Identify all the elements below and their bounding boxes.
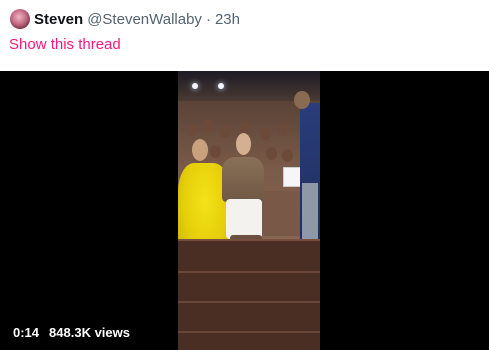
thumbnail-light: [218, 83, 224, 89]
video-view-count: 848.3K views: [49, 325, 130, 340]
thumbnail-man-pants: [226, 199, 262, 239]
audience-head: [278, 123, 289, 136]
stage-step: [178, 331, 320, 333]
tweet-timestamp[interactable]: 23h: [215, 11, 240, 28]
thumbnail-light: [192, 83, 198, 89]
video-thumbnail[interactable]: [178, 71, 320, 350]
thumbnail-woman-head: [192, 139, 208, 161]
audience-head: [210, 145, 221, 158]
audience-head: [220, 125, 231, 138]
author-handle[interactable]: @StevenWallaby: [87, 11, 202, 28]
tweet-card: Steven @StevenWallaby · 23h Show this th…: [0, 0, 489, 350]
audience-head: [282, 149, 293, 162]
tweet-header: Steven @StevenWallaby · 23h: [10, 8, 240, 30]
thumbnail-man-jacket: [222, 157, 264, 202]
video-stats: 0:14 848.3K views: [13, 325, 130, 340]
show-thread-link[interactable]: Show this thread: [9, 36, 121, 53]
thumbnail-standing-head: [294, 91, 310, 109]
audience-head: [240, 121, 251, 134]
audience-head: [202, 119, 213, 132]
video-duration: 0:14: [13, 325, 40, 340]
thumbnail-stage: [178, 241, 320, 350]
video-player[interactable]: 0:14 848.3K views: [0, 71, 489, 350]
stage-step: [178, 301, 320, 303]
thumbnail-man-head: [236, 133, 251, 155]
separator-dot: ·: [205, 10, 211, 28]
audience-head: [186, 123, 197, 136]
audience-head: [260, 127, 271, 140]
avatar[interactable]: [10, 9, 30, 29]
author-name[interactable]: Steven: [34, 11, 83, 28]
stage-step: [178, 271, 320, 273]
audience-head: [266, 147, 277, 160]
